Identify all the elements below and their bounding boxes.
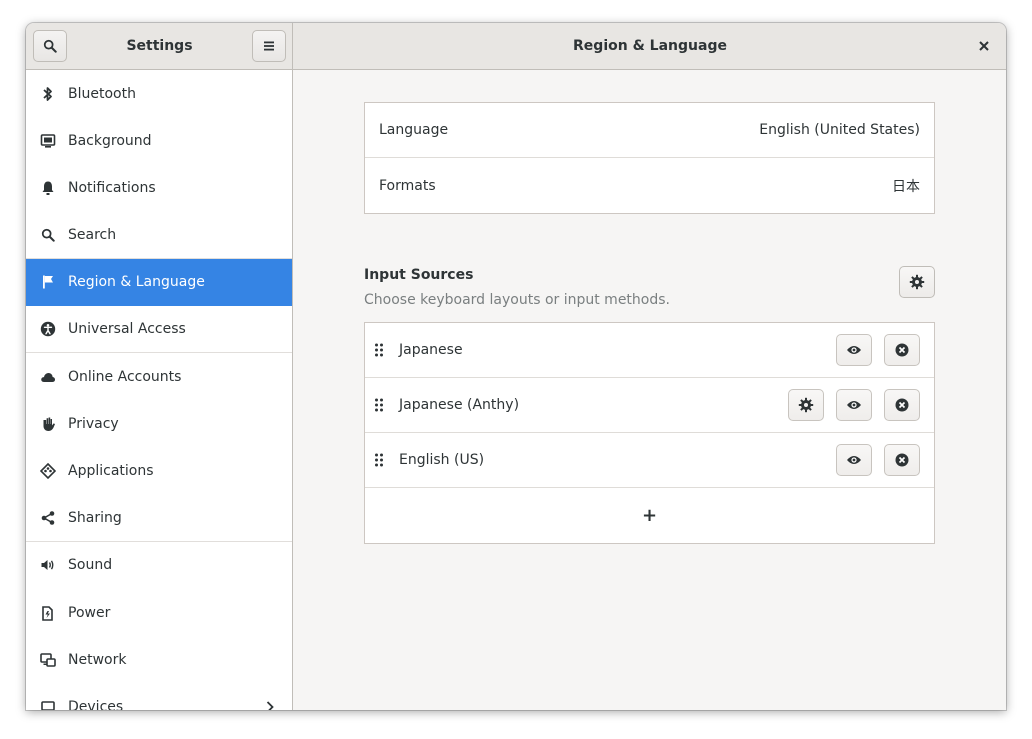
sidebar-item-power[interactable]: Power — [26, 589, 292, 636]
sidebar-item-sound[interactable]: Sound — [26, 542, 292, 589]
drag-handle-icon[interactable] — [373, 452, 385, 468]
bell-icon — [40, 180, 56, 196]
panel-title: Region & Language — [573, 38, 727, 54]
input-source-name: Japanese — [399, 342, 463, 358]
add-icon: + — [641, 505, 658, 526]
hamburger-icon — [264, 41, 274, 51]
sidebar-item-background[interactable]: Background — [26, 117, 292, 164]
show-layout-button[interactable] — [836, 334, 872, 366]
sidebar-item-label: Network — [68, 651, 127, 668]
formats-row[interactable]: Formats 日本 — [365, 158, 934, 213]
input-sources-title: Input Sources — [364, 267, 474, 283]
sidebar-item-bluetooth[interactable]: Bluetooth — [26, 70, 292, 117]
sidebar-item-label: Notifications — [68, 179, 156, 196]
sidebar-title: Settings — [126, 38, 193, 54]
language-label: Language — [379, 122, 449, 138]
drag-handle-icon[interactable] — [373, 342, 385, 358]
input-sources-subtitle: Choose keyboard layouts or input methods… — [364, 292, 670, 308]
devices-icon — [40, 699, 56, 710]
input-sources-options-button[interactable] — [899, 266, 935, 298]
input-source-row[interactable]: Japanese (Anthy) — [365, 378, 934, 433]
sidebar-item-label: Privacy — [68, 415, 119, 432]
formats-label: Formats — [379, 177, 436, 194]
sidebar-item-label: Devices — [68, 699, 124, 710]
sidebar-header: Settings — [26, 23, 293, 69]
applications-icon — [40, 463, 56, 480]
menu-button[interactable] — [252, 30, 286, 62]
eye-icon — [847, 346, 861, 354]
sidebar-item-label: Power — [68, 604, 111, 621]
remove-source-button[interactable] — [884, 389, 920, 421]
gear-icon — [909, 274, 925, 290]
source-settings-button[interactable] — [788, 389, 824, 421]
search-icon — [40, 227, 56, 243]
language-value: English (United States) — [759, 122, 920, 138]
chevron-right-icon — [266, 701, 274, 710]
sidebar-item-network[interactable]: Network — [26, 636, 292, 683]
sidebar-item-label: Applications — [68, 463, 154, 480]
close-icon — [979, 41, 989, 51]
settings-window: Settings Region & Language Bluetooth Bac… — [26, 23, 1006, 710]
remove-source-button[interactable] — [884, 444, 920, 476]
power-icon — [40, 605, 56, 621]
remove-icon — [895, 398, 909, 412]
sidebar-item-search[interactable]: Search — [26, 212, 292, 259]
remove-icon — [895, 343, 909, 357]
cloud-icon — [40, 369, 56, 385]
drag-handle-icon[interactable] — [373, 397, 385, 413]
input-source-row[interactable]: English (US) — [365, 433, 934, 488]
sidebar-item-label: Bluetooth — [68, 85, 136, 102]
sidebar-item-sharing[interactable]: Sharing — [26, 495, 292, 542]
input-sources-list: Japanese Japanese (Anthy) English (US) + — [364, 322, 935, 544]
search-icon — [43, 39, 57, 53]
speaker-icon — [40, 557, 56, 573]
show-layout-button[interactable] — [836, 389, 872, 421]
input-source-row[interactable]: Japanese — [365, 323, 934, 378]
language-row[interactable]: Language English (United States) — [365, 103, 934, 158]
input-source-name: Japanese (Anthy) — [399, 397, 520, 413]
sidebar-item-label: Sound — [68, 557, 113, 574]
sidebar-item-region-language[interactable]: Region & Language — [26, 258, 292, 306]
language-formats-list: Language English (United States) Formats… — [364, 102, 935, 214]
bluetooth-icon — [40, 86, 56, 102]
sidebar-item-label: Universal Access — [68, 321, 186, 338]
remove-icon — [895, 453, 909, 467]
sidebar-item-label: Background — [68, 132, 152, 149]
region-language-panel: Language English (United States) Formats… — [294, 70, 1006, 710]
sidebar-item-label: Region & Language — [68, 274, 205, 291]
input-source-name: English (US) — [399, 452, 485, 468]
sidebar-item-online-accounts[interactable]: Online Accounts — [26, 353, 292, 400]
formats-value: 日本 — [892, 178, 920, 195]
search-button[interactable] — [33, 30, 67, 62]
sidebar-item-privacy[interactable]: Privacy — [26, 400, 292, 447]
sidebar-item-devices[interactable]: Devices — [26, 683, 292, 710]
sidebar-item-universal-access[interactable]: Universal Access — [26, 306, 292, 354]
accessibility-icon — [40, 321, 56, 337]
network-icon — [40, 652, 56, 668]
eye-icon — [847, 456, 861, 464]
eye-icon — [847, 401, 861, 409]
gear-icon — [798, 397, 814, 413]
close-button[interactable] — [974, 36, 994, 56]
sidebar-item-label: Sharing — [68, 509, 122, 526]
header-bar: Settings Region & Language — [26, 23, 1006, 70]
add-input-source-button[interactable]: + — [365, 488, 934, 543]
background-icon — [40, 133, 56, 149]
sidebar-item-label: Online Accounts — [68, 368, 182, 385]
sidebar: Bluetooth Background Notifications Searc… — [26, 70, 293, 710]
share-icon — [40, 510, 56, 526]
sidebar-item-applications[interactable]: Applications — [26, 448, 292, 495]
sidebar-item-label: Search — [68, 226, 117, 243]
sidebar-item-notifications[interactable]: Notifications — [26, 164, 292, 211]
show-layout-button[interactable] — [836, 444, 872, 476]
flag-icon — [40, 274, 56, 290]
remove-source-button[interactable] — [884, 334, 920, 366]
hand-icon — [40, 416, 56, 432]
